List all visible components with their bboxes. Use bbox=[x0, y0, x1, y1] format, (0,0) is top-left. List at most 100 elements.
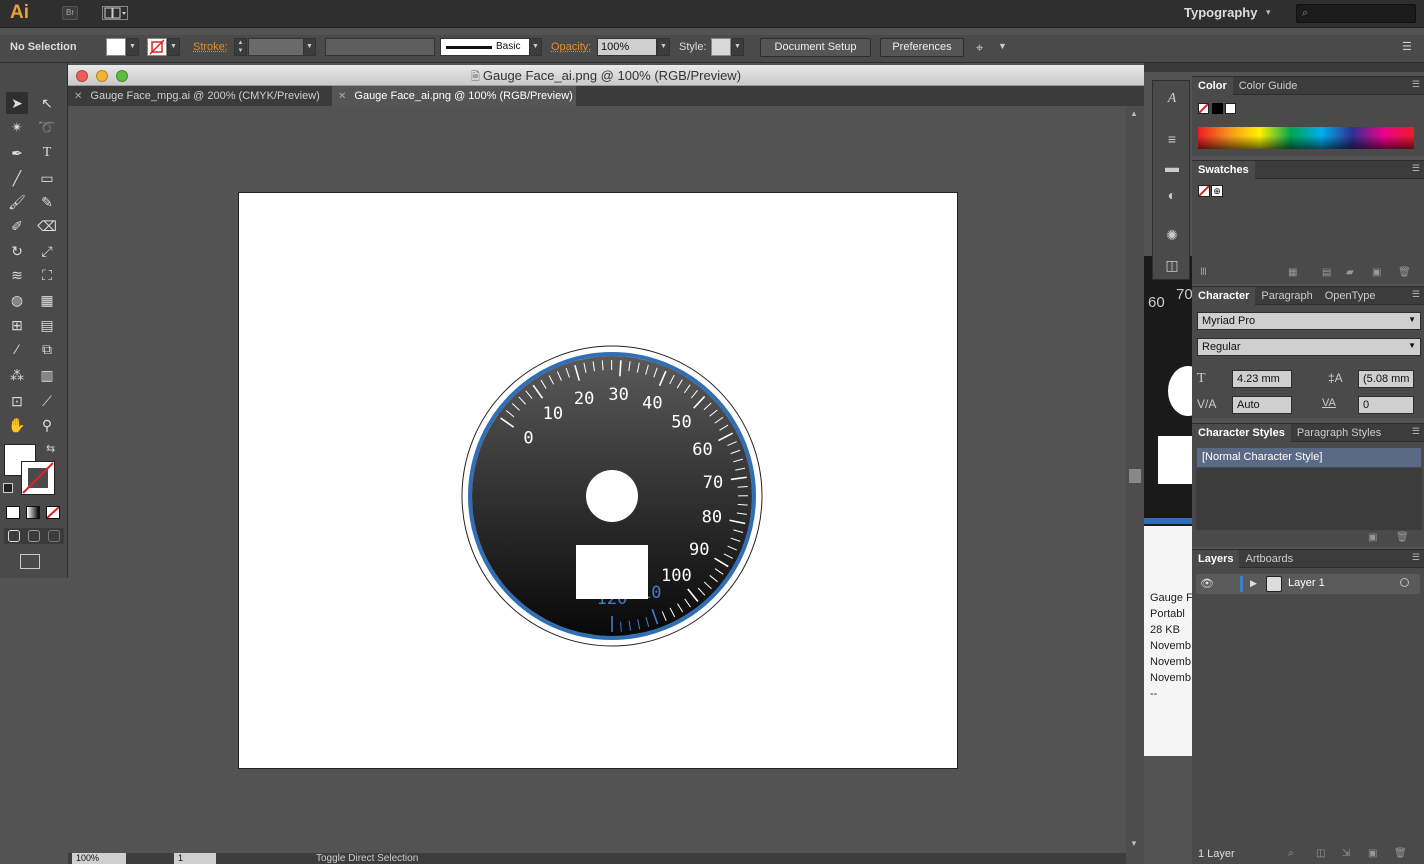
type-tool-icon[interactable]: T bbox=[36, 142, 58, 164]
tracking-field[interactable]: 0 bbox=[1358, 396, 1414, 414]
free-transform-icon[interactable]: ⛶ bbox=[36, 264, 58, 286]
eraser-icon[interactable]: ⌫ bbox=[36, 215, 58, 237]
line-tool-icon[interactable]: ╱ bbox=[6, 167, 28, 189]
preferences-button[interactable]: Preferences bbox=[880, 38, 964, 57]
pencil-icon[interactable]: ✎ bbox=[36, 191, 58, 213]
gradient-mode-icon[interactable] bbox=[26, 506, 40, 519]
pen-tool-icon[interactable]: ✒ bbox=[6, 142, 28, 164]
artboard[interactable]: 0102030405060708090100110120 bbox=[238, 192, 958, 769]
stroke-weight-stepper[interactable]: ▲ ▼ bbox=[234, 38, 247, 56]
appearance-panel-icon[interactable]: ✺ bbox=[1162, 227, 1182, 247]
chevron-down-icon[interactable]: ▼ bbox=[998, 41, 1007, 51]
tab-character-styles[interactable]: Character Styles bbox=[1192, 424, 1291, 442]
tab-gauge-face-png[interactable]: ✕ Gauge Face_ai.png @ 100% (RGB/Preview) bbox=[332, 86, 576, 106]
graphic-styles-icon[interactable]: ◫ bbox=[1162, 257, 1182, 277]
workspace-switcher[interactable]: Typography bbox=[1184, 5, 1257, 20]
symbol-sprayer-icon[interactable]: ⁂ bbox=[6, 364, 28, 386]
tab-swatches[interactable]: Swatches bbox=[1192, 161, 1255, 179]
blend-tool-icon[interactable]: ⧉ bbox=[36, 338, 58, 360]
registration-swatch-icon[interactable]: ⊕ bbox=[1211, 185, 1223, 197]
chevron-down-icon[interactable]: ▼ bbox=[1408, 315, 1416, 324]
font-style-select[interactable]: Regular ▼ bbox=[1197, 338, 1421, 356]
draw-behind-icon[interactable] bbox=[28, 530, 40, 542]
warp-tool-icon[interactable]: ≋ bbox=[6, 264, 28, 286]
artboard-tool-icon[interactable]: ⊡ bbox=[6, 390, 28, 412]
tab-artboards[interactable]: Artboards bbox=[1239, 550, 1299, 568]
swap-colors-icon[interactable]: ⇆ bbox=[46, 442, 55, 455]
color-spectrum[interactable] bbox=[1198, 127, 1414, 149]
selection-tool-icon[interactable]: ➤ bbox=[6, 92, 28, 114]
eye-icon[interactable]: 👁 bbox=[1200, 577, 1214, 590]
glyphs-icon[interactable]: A bbox=[1162, 91, 1182, 111]
tab-paragraph[interactable]: Paragraph bbox=[1255, 287, 1318, 305]
rotate-tool-icon[interactable]: ↻ bbox=[6, 240, 28, 262]
tab-opentype[interactable]: OpenType bbox=[1319, 287, 1382, 305]
list-item[interactable]: [Normal Character Style] bbox=[1197, 448, 1421, 467]
chevron-down-icon[interactable]: ▼ bbox=[1408, 341, 1416, 350]
draw-normal-icon[interactable] bbox=[8, 530, 20, 542]
locate-object-icon[interactable]: ⌕ bbox=[1288, 848, 1294, 859]
new-color-group-icon[interactable]: ▰ bbox=[1346, 267, 1354, 278]
new-style-icon[interactable]: ▣ bbox=[1368, 532, 1377, 543]
eyedropper-icon[interactable]: ⁄ bbox=[6, 338, 28, 360]
tab-character[interactable]: Character bbox=[1192, 287, 1256, 305]
none-swatch[interactable] bbox=[1198, 185, 1210, 197]
stroke-panel-icon[interactable]: ≡ bbox=[1162, 131, 1182, 151]
font-family-select[interactable]: Myriad Pro ▼ bbox=[1197, 312, 1421, 330]
new-swatch-icon[interactable]: ▣ bbox=[1372, 267, 1381, 278]
layer-name[interactable]: Layer 1 bbox=[1288, 577, 1325, 589]
paintbrush-icon[interactable]: 🖌 bbox=[6, 191, 28, 213]
chevron-down-icon[interactable]: ▼ bbox=[529, 38, 542, 56]
drawing-modes[interactable] bbox=[4, 528, 64, 544]
document-setup-button[interactable]: Document Setup bbox=[760, 38, 871, 57]
chevron-down-icon[interactable]: ▼ bbox=[731, 38, 744, 56]
delete-swatch-icon[interactable]: 🗑 bbox=[1398, 267, 1411, 278]
clipping-mask-icon[interactable]: ◫ bbox=[1316, 848, 1325, 859]
delete-layer-icon[interactable]: 🗑 bbox=[1394, 848, 1407, 859]
stroke-weight-field[interactable] bbox=[248, 38, 304, 56]
direct-selection-tool-icon[interactable]: ↖ bbox=[36, 92, 58, 114]
scroll-up-icon[interactable]: ▲ bbox=[1130, 109, 1138, 118]
zoom-field[interactable]: 100% bbox=[72, 853, 126, 864]
panel-menu-icon[interactable]: ☰ bbox=[1412, 426, 1420, 437]
rectangle-tool-icon[interactable]: ▭ bbox=[36, 167, 58, 189]
scroll-thumb[interactable] bbox=[1129, 469, 1141, 483]
vertical-scrollbar[interactable]: ▲ ▼ bbox=[1126, 106, 1144, 864]
magic-wand-icon[interactable]: ✴ bbox=[6, 116, 28, 138]
target-icon[interactable] bbox=[1400, 578, 1409, 587]
new-sublayer-icon[interactable]: ⇲ bbox=[1342, 848, 1350, 859]
hand-tool-icon[interactable]: ✋ bbox=[6, 414, 28, 436]
bridge-button[interactable]: Br bbox=[62, 6, 78, 20]
screen-mode-icon[interactable] bbox=[20, 554, 40, 569]
status-text[interactable]: Toggle Direct Selection bbox=[316, 853, 418, 864]
transparency-panel-icon[interactable]: ◐ bbox=[1162, 187, 1182, 207]
close-tab-icon[interactable]: ✕ bbox=[74, 91, 82, 102]
brush-definition[interactable]: Basic bbox=[440, 38, 530, 56]
panel-menu-icon[interactable]: ☰ bbox=[1412, 79, 1420, 90]
stroke-label[interactable]: Stroke: bbox=[193, 41, 228, 53]
artboard-number-field[interactable]: 1 bbox=[174, 853, 216, 864]
arrange-documents-icon[interactable] bbox=[102, 6, 128, 20]
isolate-icon[interactable]: ⌖ bbox=[976, 40, 983, 56]
color-mode-icon[interactable] bbox=[6, 506, 20, 519]
panel-menu-icon[interactable]: ☰ bbox=[1412, 163, 1420, 174]
opacity-label[interactable]: Opacity: bbox=[551, 41, 591, 53]
close-tab-icon[interactable]: ✕ bbox=[338, 91, 346, 102]
font-size-field[interactable]: 4.23 mm bbox=[1232, 370, 1292, 388]
variable-width-profile[interactable] bbox=[325, 38, 435, 56]
graphic-style-swatch[interactable] bbox=[711, 38, 731, 56]
stroke-color-box[interactable] bbox=[21, 461, 55, 495]
column-graph-icon[interactable]: ▥ bbox=[36, 364, 58, 386]
shape-builder-icon[interactable]: ◍ bbox=[6, 289, 28, 311]
gauge-face[interactable]: 0102030405060708090100110120 bbox=[239, 193, 959, 770]
chevron-down-icon[interactable]: ▾ bbox=[1266, 7, 1271, 18]
gradient-tool-icon[interactable]: ▤ bbox=[36, 314, 58, 336]
mesh-tool-icon[interactable]: ⊞ bbox=[6, 314, 28, 336]
new-layer-icon[interactable]: ▣ bbox=[1368, 848, 1377, 859]
none-mode-icon[interactable] bbox=[46, 506, 60, 519]
leading-field[interactable]: (5.08 mm bbox=[1358, 370, 1414, 388]
opacity-field[interactable]: 100% bbox=[597, 38, 657, 56]
draw-inside-icon[interactable] bbox=[48, 530, 60, 542]
chevron-down-icon[interactable]: ▼ bbox=[167, 38, 180, 56]
search-input[interactable]: ⌕ bbox=[1296, 4, 1416, 23]
